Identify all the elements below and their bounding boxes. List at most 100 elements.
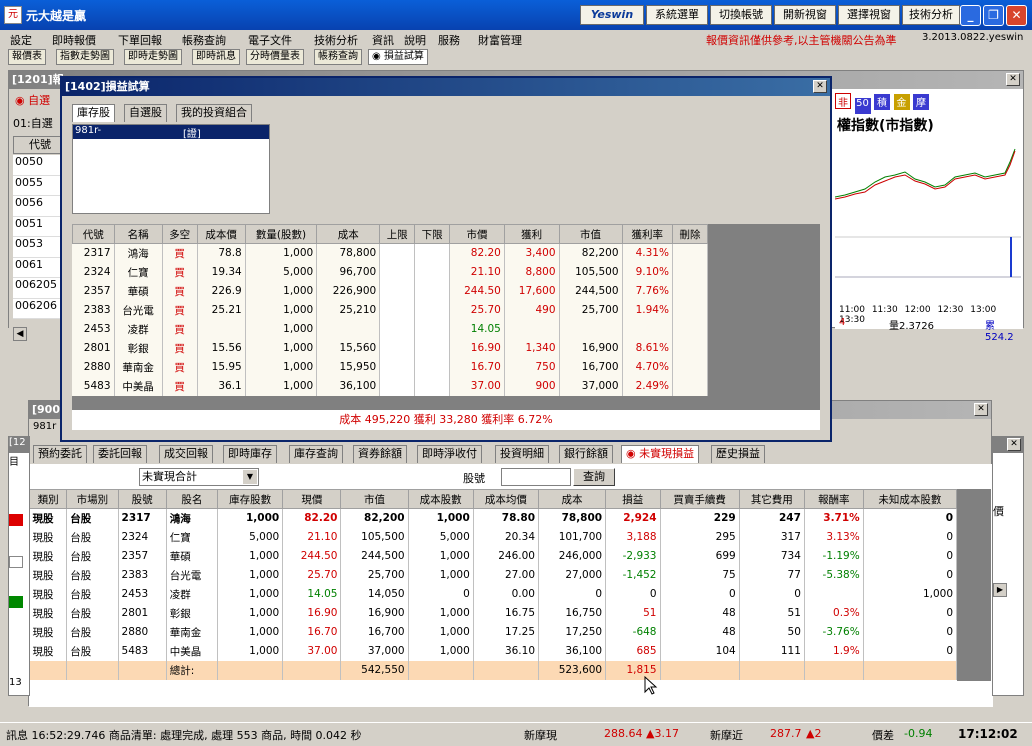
column-header[interactable]: 代號 <box>72 224 115 244</box>
column-header[interactable]: 報酬率 <box>803 489 864 509</box>
column-header[interactable]: 成本 <box>316 224 381 244</box>
column-header[interactable]: 市值 <box>340 489 409 509</box>
column-header[interactable]: 其它費用 <box>738 489 805 509</box>
table-cell[interactable] <box>672 319 709 339</box>
toolbar-account-query[interactable]: 帳務查詢 <box>314 49 362 65</box>
tab-inventory-stocks[interactable]: 庫存股 <box>72 104 115 122</box>
new-window-button[interactable]: 開新視窗 <box>774 5 836 25</box>
tab-history-pl[interactable]: 歷史損益 <box>711 445 765 463</box>
minimize-icon[interactable]: _ <box>960 5 981 26</box>
table-row[interactable]: 現股 台股 2880 華南金 1,000 16.70 16,700 1,000 … <box>29 622 958 642</box>
menu-settings[interactable]: 設定 <box>10 32 32 48</box>
chart-btn-2[interactable]: 積 <box>874 94 890 110</box>
column-header[interactable]: 損益 <box>605 489 661 509</box>
toolbar-quote-table[interactable]: 報價表 <box>8 49 46 65</box>
table-row[interactable]: 2880 華南金 買 15.95 1,000 15,950 16.70 750 … <box>72 357 709 377</box>
table-row[interactable]: 2453 凌群 買 1,000 14.05 <box>72 319 709 339</box>
table-cell[interactable] <box>672 357 709 377</box>
table-cell[interactable] <box>672 300 709 320</box>
tab-order-report[interactable]: 委託回報 <box>93 445 147 463</box>
column-header[interactable]: 市值 <box>558 224 623 244</box>
tech-analysis-button[interactable]: 技術分析 <box>902 5 960 25</box>
table-cell[interactable] <box>379 376 416 396</box>
tab-margin-balance[interactable]: 資券餘額 <box>353 445 407 463</box>
chart-btn-3[interactable]: 金 <box>893 94 910 110</box>
table-cell[interactable] <box>414 281 451 301</box>
table-row[interactable]: 現股 台股 2357 華碩 1,000 244.50 244,500 1,000… <box>29 546 958 566</box>
toolbar-index-chart[interactable]: 指數走勢圖 <box>56 49 114 65</box>
menu-service[interactable]: 服務 <box>438 32 460 48</box>
toolbar-pl-calc[interactable]: ◉ 損益試算 <box>368 49 428 65</box>
stock-id-input[interactable] <box>501 468 571 486</box>
tab-portfolio[interactable]: 我的投資組合 <box>176 104 252 122</box>
table-cell[interactable] <box>414 262 451 282</box>
list-item[interactable]: 0055 <box>13 176 67 196</box>
column-header[interactable]: 類別 <box>28 489 68 509</box>
table-cell[interactable] <box>379 319 416 339</box>
yeswin-button[interactable]: Yeswin <box>580 5 644 25</box>
tab-investment-detail[interactable]: 投資明細 <box>495 445 549 463</box>
system-menu-button[interactable]: 系統選單 <box>646 5 708 25</box>
account-window-close-icon[interactable]: ✕ <box>974 403 988 416</box>
tab-bank-balance[interactable]: 銀行餘額 <box>559 445 613 463</box>
list-item[interactable]: 006206 <box>13 299 67 319</box>
column-header[interactable]: 市價 <box>449 224 505 244</box>
table-cell[interactable] <box>672 243 709 263</box>
table-cell[interactable] <box>672 281 709 301</box>
list-item[interactable]: 0051 <box>13 217 67 237</box>
quote-group-select[interactable]: 01:自選 <box>13 115 53 131</box>
restore-icon[interactable]: ❐ <box>983 5 1004 26</box>
table-row[interactable]: 2383 台光電 買 25.21 1,000 25,210 25.70 490 … <box>72 300 709 320</box>
tab-reserve-order[interactable]: 預約委託 <box>33 445 87 463</box>
table-cell[interactable] <box>414 338 451 358</box>
summary-type-select[interactable]: 未實現合計 ▼ <box>139 468 259 486</box>
column-header[interactable]: 多空 <box>161 224 198 244</box>
table-row[interactable]: 現股 台股 5483 中美晶 1,000 37.00 37,000 1,000 … <box>29 641 958 661</box>
tab-realtime-inventory[interactable]: 即時庫存 <box>223 445 277 463</box>
column-header[interactable]: 上限 <box>379 224 416 244</box>
menu-info[interactable]: 資訊 <box>372 32 394 48</box>
column-header[interactable]: 成本價 <box>196 224 246 244</box>
pl-calc-close-icon[interactable]: ✕ <box>813 80 827 93</box>
column-header[interactable]: 現價 <box>282 489 342 509</box>
table-row[interactable]: 現股 台股 2317 鴻海 1,000 82.20 82,200 1,000 7… <box>29 508 958 528</box>
column-header[interactable]: 股號 <box>117 489 167 509</box>
table-row[interactable]: 5483 中美晶 買 36.1 1,000 36,100 37.00 900 3… <box>72 376 709 396</box>
chart-btn-4[interactable]: 摩 <box>913 94 929 110</box>
quote-window-close-icon[interactable]: ✕ <box>1006 73 1020 86</box>
column-header[interactable]: 刪除 <box>671 224 709 244</box>
checkbox-icon[interactable] <box>9 556 23 568</box>
table-row[interactable]: 2801 彰銀 買 15.56 1,000 15,560 16.90 1,340… <box>72 338 709 358</box>
toolbar-tick-table[interactable]: 分時價量表 <box>246 49 304 65</box>
table-cell[interactable] <box>672 338 709 358</box>
tab-net-settlement[interactable]: 即時淨收付 <box>417 445 482 463</box>
toolbar-realtime-chart[interactable]: 即時走勢圖 <box>124 49 182 65</box>
menu-e-documents[interactable]: 電子文件 <box>248 32 292 48</box>
table-row[interactable]: 現股 台股 2324 仁寶 5,000 21.10 105,500 5,000 … <box>29 527 958 547</box>
table-row[interactable]: 2357 華碩 買 226.9 1,000 226,900 244.50 17,… <box>72 281 709 301</box>
table-cell[interactable] <box>379 281 416 301</box>
column-header[interactable]: 下限 <box>414 224 451 244</box>
chart-btn-0[interactable]: 非 <box>835 93 851 109</box>
table-cell[interactable] <box>672 262 709 282</box>
tab-custom-stocks[interactable]: 自選股 <box>124 104 167 122</box>
tab-unrealized-pl[interactable]: ◉ 未實現損益 <box>621 445 700 463</box>
query-button[interactable]: 查詢 <box>573 468 615 486</box>
table-row[interactable]: 現股 台股 2453 凌群 1,000 14.05 14,050 0 0.00 … <box>29 584 958 604</box>
scroll-left-icon[interactable]: ◀ <box>13 327 27 341</box>
table-cell[interactable] <box>379 262 416 282</box>
toolbar-realtime-news[interactable]: 即時訊息 <box>192 49 240 65</box>
table-cell[interactable] <box>379 300 416 320</box>
table-row[interactable]: 2317 鴻海 買 78.8 1,000 78,800 82.20 3,400 … <box>72 243 709 263</box>
select-window-button[interactable]: 選擇視窗 <box>838 5 900 25</box>
column-header[interactable]: 數量(股數) <box>244 224 318 244</box>
column-header[interactable]: 市場別 <box>66 489 119 509</box>
list-item[interactable]: 0050 <box>13 155 67 176</box>
hidden-window-close-icon[interactable]: ✕ <box>1007 438 1021 451</box>
table-cell[interactable] <box>672 376 709 396</box>
chart-btn-1[interactable]: 50 <box>854 98 871 114</box>
table-cell[interactable] <box>414 300 451 320</box>
list-item[interactable]: 0053 <box>13 237 67 258</box>
quote-radio-custom[interactable]: ◉ 自選 <box>15 92 50 108</box>
column-header[interactable]: 未知成本股數 <box>862 489 958 509</box>
